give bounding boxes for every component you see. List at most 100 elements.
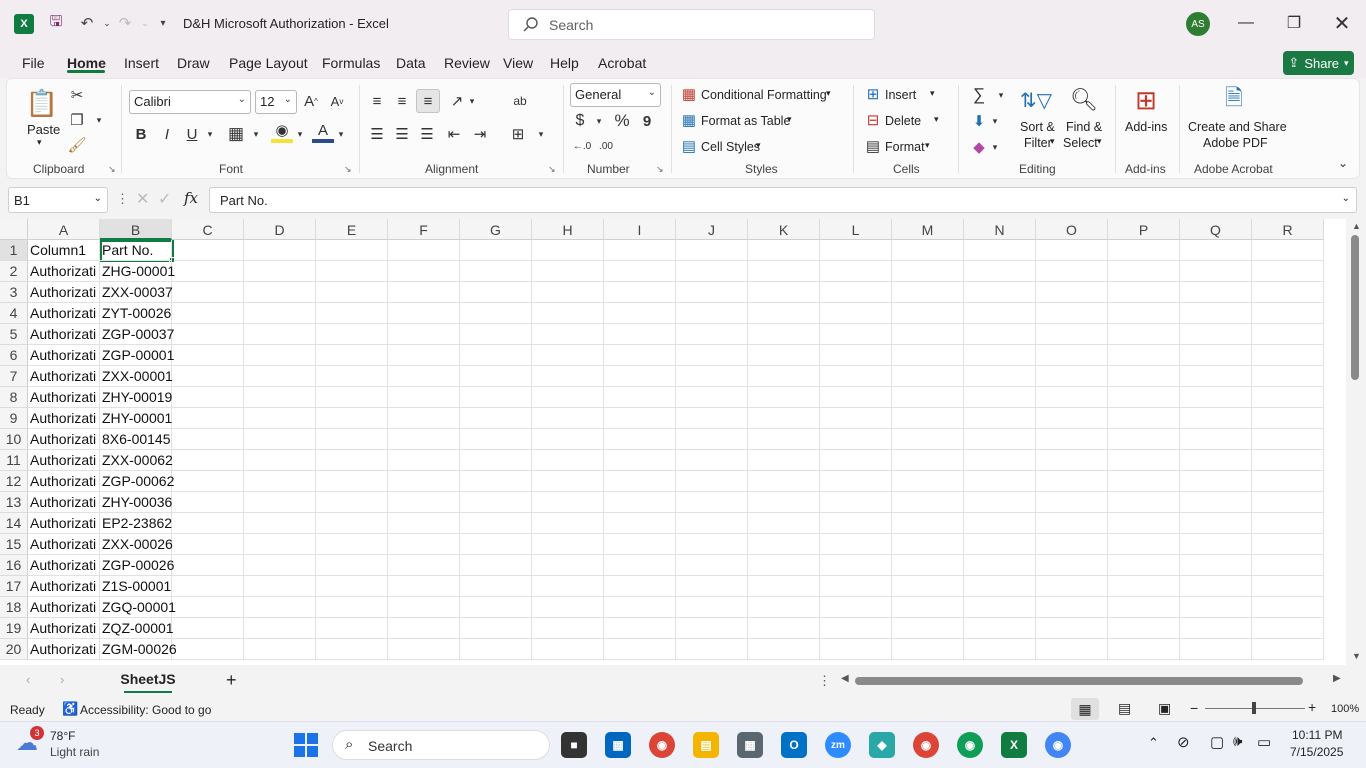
cell-f8[interactable] — [388, 387, 460, 408]
cell-b6[interactable]: ZGP-00001 — [100, 345, 174, 366]
row-header[interactable]: 18 — [0, 597, 28, 618]
row-header[interactable]: 16 — [0, 555, 28, 576]
cell-g16[interactable] — [460, 555, 532, 576]
display-icon[interactable]: ▢ — [1210, 733, 1224, 751]
cell-g18[interactable] — [460, 597, 532, 618]
number-format-select[interactable]: General ⌄ — [570, 83, 661, 107]
cell-i1[interactable] — [604, 240, 676, 261]
cell-d14[interactable] — [244, 513, 316, 534]
align-top-icon[interactable]: ≡ — [367, 90, 387, 112]
cell-c2[interactable] — [172, 261, 244, 282]
cell-m20[interactable] — [892, 639, 964, 660]
cell-r17[interactable] — [1252, 576, 1324, 597]
cell-p7[interactable] — [1108, 366, 1180, 387]
task-view-icon[interactable]: ■ — [561, 732, 587, 758]
decrease-font-size-icon[interactable]: Av — [327, 90, 347, 112]
cell-h16[interactable] — [532, 555, 604, 576]
cell-c5[interactable] — [172, 324, 244, 345]
cell-h15[interactable] — [532, 534, 604, 555]
cell-e13[interactable] — [316, 492, 388, 513]
column-header-b[interactable]: B — [100, 219, 172, 240]
cell-a9[interactable]: Authorizati — [28, 408, 100, 429]
cell-h5[interactable] — [532, 324, 604, 345]
cell-f13[interactable] — [388, 492, 460, 513]
windows-start-icon[interactable] — [294, 733, 318, 757]
cell-l12[interactable] — [820, 471, 892, 492]
cell-j8[interactable] — [676, 387, 748, 408]
font-name-select[interactable]: Calibri ⌄ — [129, 90, 251, 114]
cell-m18[interactable] — [892, 597, 964, 618]
cell-j11[interactable] — [676, 450, 748, 471]
cell-d3[interactable] — [244, 282, 316, 303]
vertical-scrollbar[interactable]: ▲ ▼ — [1346, 219, 1366, 665]
cell-k6[interactable] — [748, 345, 820, 366]
cell-b9[interactable]: ZHY-00001 — [100, 408, 172, 429]
more-options-icon[interactable]: ⋮ — [818, 673, 831, 689]
row-header[interactable]: 7 — [0, 366, 28, 387]
cell-b5[interactable]: ZGP-00037 — [100, 324, 174, 345]
chevron-down-icon[interactable]: ▾ — [930, 88, 935, 99]
clock-date[interactable]: 7/15/2025 — [1290, 745, 1343, 759]
cell-e12[interactable] — [316, 471, 388, 492]
cell-l14[interactable] — [820, 513, 892, 534]
find-select-icon[interactable]: 🔍︎ — [1067, 85, 1101, 115]
cell-m6[interactable] — [892, 345, 964, 366]
cell-n14[interactable] — [964, 513, 1036, 534]
cell-f5[interactable] — [388, 324, 460, 345]
avatar[interactable]: AS — [1186, 12, 1210, 36]
cell-m8[interactable] — [892, 387, 964, 408]
cell-b12[interactable]: ZGP-00062 — [100, 471, 174, 492]
column-header-e[interactable]: E — [316, 219, 388, 240]
cell-o3[interactable] — [1036, 282, 1108, 303]
cell-n5[interactable] — [964, 324, 1036, 345]
cell-m13[interactable] — [892, 492, 964, 513]
clear-dropdown-icon[interactable]: ▾ — [989, 136, 1001, 158]
cell-a8[interactable]: Authorizati — [28, 387, 100, 408]
cell-a10[interactable]: Authorizati — [28, 429, 100, 450]
save-icon[interactable]: 🖫 — [45, 12, 67, 34]
cell-m15[interactable] — [892, 534, 964, 555]
cell-r10[interactable] — [1252, 429, 1324, 450]
sort-filter-icon[interactable]: ⇅▽ — [1019, 85, 1053, 115]
row-header[interactable]: 6 — [0, 345, 28, 366]
zoom-in-icon[interactable]: + — [1308, 699, 1316, 715]
zoom-level[interactable]: 100% — [1331, 703, 1359, 715]
number-launcher-icon[interactable]: ↘ — [656, 164, 664, 175]
cell-d10[interactable] — [244, 429, 316, 450]
worksheet-grid[interactable]: A B C D E F G H I J K L M N O P Q R 1 Column1 Part No. 2 Autho… — [0, 219, 1346, 665]
cell-h19[interactable] — [532, 618, 604, 639]
cell-f16[interactable] — [388, 555, 460, 576]
row-header[interactable]: 10 — [0, 429, 28, 450]
cell-g3[interactable] — [460, 282, 532, 303]
column-header-c[interactable]: C — [172, 219, 244, 240]
cell-h6[interactable] — [532, 345, 604, 366]
cell-f4[interactable] — [388, 303, 460, 324]
cell-o1[interactable] — [1036, 240, 1108, 261]
cell-b8[interactable]: ZHY-00019 — [100, 387, 172, 408]
cell-o4[interactable] — [1036, 303, 1108, 324]
cell-a7[interactable]: Authorizati — [28, 366, 100, 387]
taskbar-search-box[interactable]: ⌕ Search — [332, 730, 550, 760]
cell-i4[interactable] — [604, 303, 676, 324]
cell-m12[interactable] — [892, 471, 964, 492]
volume-icon[interactable]: 🕪 — [1233, 733, 1242, 750]
find-select-label-2[interactable]: Select — [1063, 136, 1098, 150]
cell-b14[interactable]: EP2-23862 — [100, 513, 172, 534]
cell-g8[interactable] — [460, 387, 532, 408]
customize-toolbar-icon[interactable]: ▾ — [152, 12, 174, 34]
cell-n4[interactable] — [964, 303, 1036, 324]
cell-r15[interactable] — [1252, 534, 1324, 555]
cell-a6[interactable]: Authorizati — [28, 345, 100, 366]
vertical-scroll-thumb[interactable] — [1351, 235, 1359, 380]
cell-q8[interactable] — [1180, 387, 1252, 408]
cell-c19[interactable] — [172, 618, 244, 639]
cell-g13[interactable] — [460, 492, 532, 513]
column-header-f[interactable]: F — [388, 219, 460, 240]
cell-o20[interactable] — [1036, 639, 1108, 660]
cell-l2[interactable] — [820, 261, 892, 282]
cell-j7[interactable] — [676, 366, 748, 387]
cell-e19[interactable] — [316, 618, 388, 639]
cell-styles-button[interactable]: Cell Styles — [701, 140, 760, 154]
cell-b3[interactable]: ZXX-00037 — [100, 282, 173, 303]
cell-a16[interactable]: Authorizati — [28, 555, 100, 576]
